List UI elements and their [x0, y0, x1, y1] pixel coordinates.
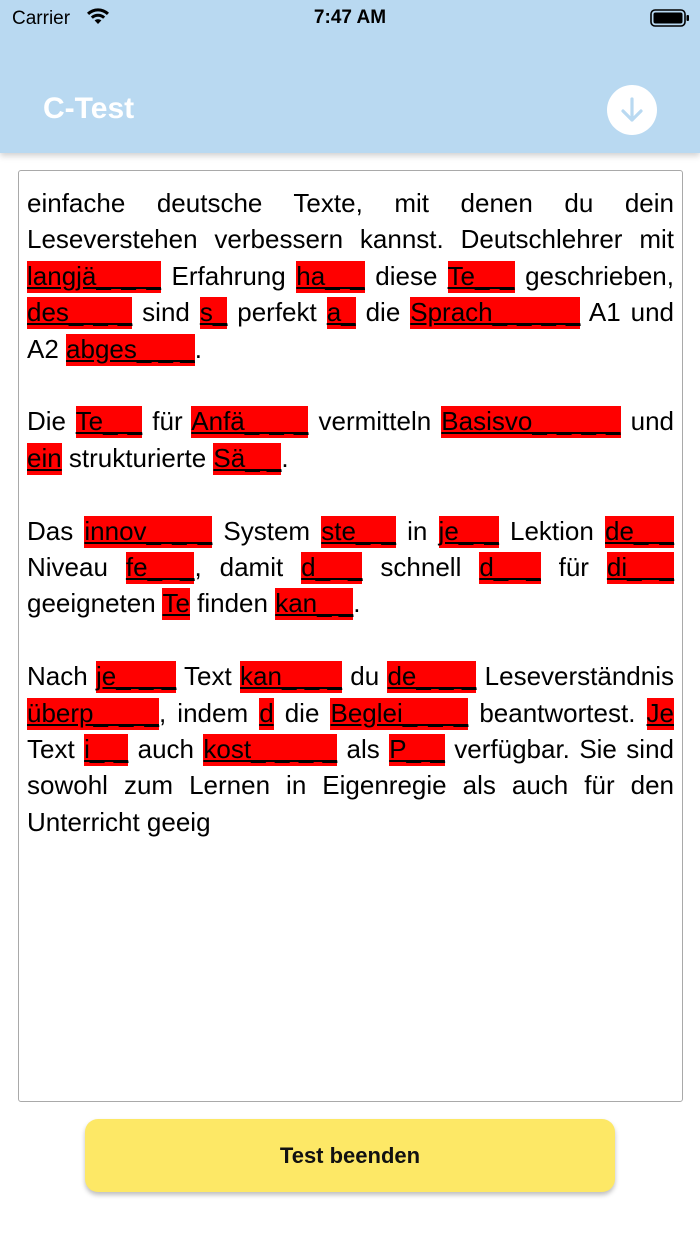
ctest-paragraphs: einfache deutsche Texte, mit denen du de… [27, 185, 675, 840]
text-run: Leseverständnis [476, 661, 674, 692]
text-run: einfache deutsche Texte, mit denen du de… [27, 188, 674, 255]
text-run: System [212, 515, 322, 546]
text-run: als [337, 734, 390, 765]
text-run: , damit [194, 552, 302, 583]
gap-input[interactable]: ha_ _ [296, 260, 365, 293]
status-time: 7:47 AM [313, 7, 387, 28]
gap-input[interactable]: a_ [326, 297, 356, 330]
gap-input[interactable]: d_ _ [301, 552, 363, 585]
gap-input[interactable]: d_ _ [479, 552, 541, 585]
gap-input[interactable]: Te_ _ [447, 260, 515, 293]
text-run: für [540, 552, 607, 583]
text-run: Erfahrung [160, 260, 297, 291]
text-run: Text [176, 661, 241, 692]
gap-input[interactable]: kan_ _ _ [240, 661, 342, 694]
text-run: du [341, 661, 388, 692]
text-run: auch [128, 734, 204, 765]
text-run: in [396, 515, 439, 546]
gap-input[interactable]: di_ _ [606, 552, 675, 585]
gap-input[interactable]: i_ _ [84, 734, 129, 767]
status-bar: Carrier 7:47 AM [0, 0, 700, 36]
gap-input[interactable]: Beglei_ _ _ [330, 697, 469, 730]
gap-input[interactable]: de_ _ _ [387, 661, 477, 694]
text-run: Nach [27, 661, 96, 692]
gap-input[interactable]: kan_ _ [275, 588, 354, 621]
text-run: finden [189, 588, 276, 619]
text-run: diese [364, 260, 448, 291]
text-run: , indem [159, 697, 260, 728]
text-run: . [281, 442, 289, 473]
gap-input[interactable]: je_ _ [438, 515, 499, 548]
gap-input[interactable]: je_ _ _ [96, 661, 177, 694]
gap-input[interactable]: Te_ _ [75, 406, 143, 439]
text-run: die [355, 297, 411, 328]
gap-input[interactable]: kost_ _ _ _ [203, 734, 338, 767]
text-run: . [194, 333, 202, 364]
gap-input[interactable]: Basisvo_ _ _ _ [441, 406, 621, 439]
text-run: für [142, 406, 192, 437]
ctest-text-area[interactable]: einfache deutsche Texte, mit denen du de… [18, 170, 683, 1102]
arrow-down-icon [621, 97, 643, 122]
battery-icon [650, 9, 689, 27]
paragraph: Das innov_ _ _ System ste_ _ in je_ _ Le… [27, 513, 675, 622]
gap-input[interactable]: des_ _ _ [27, 297, 133, 330]
navigation-bar: Carrier 7:47 AM C-Test [0, 0, 700, 153]
text-run: perfekt [227, 297, 327, 328]
text-run: beantwortest. [468, 697, 647, 728]
gap-input[interactable]: Sä_ _ [213, 442, 282, 475]
gap-input[interactable]: P_ _ [389, 734, 445, 767]
gap-input[interactable]: ste_ _ [321, 515, 396, 548]
page-title: C-Test [43, 92, 135, 125]
gap-input[interactable]: d [259, 697, 274, 730]
text-run: . [353, 588, 361, 619]
gap-input[interactable]: Anfä_ _ _ [191, 406, 309, 439]
text-run: Lektion [498, 515, 606, 546]
text-run: geschrieben, [514, 260, 674, 291]
gap-input[interactable]: abges_ _ _ [66, 333, 195, 366]
gap-input[interactable]: Sprach_ _ _ _ [410, 297, 581, 330]
paragraph: Nach je_ _ _ Text kan_ _ _ du de_ _ _ Le… [27, 658, 674, 840]
gap-input[interactable]: innov_ _ _ [84, 515, 213, 548]
paragraph: Die Te_ _ für Anfä_ _ _ vermitteln Basis… [27, 403, 674, 476]
gap-input[interactable]: de_ _ [605, 515, 675, 548]
text-run: vermitteln [308, 406, 442, 437]
paragraph: einfache deutsche Texte, mit denen du de… [27, 185, 674, 367]
gap-input[interactable]: überp_ _ _ [27, 697, 160, 730]
gap-input[interactable]: Te [162, 588, 190, 621]
text-run: Das [27, 515, 85, 546]
gap-input[interactable]: s_ [199, 297, 228, 330]
text-run: strukturierte [61, 442, 214, 473]
gap-input[interactable]: Je [646, 697, 674, 730]
gap-input[interactable]: fe_ _ [125, 552, 195, 585]
gap-input[interactable]: langjä_ _ _ [27, 260, 161, 293]
text-run: Text [27, 734, 85, 765]
text-run: die [273, 697, 331, 728]
text-run: geeigneten [27, 588, 163, 619]
text-run: und [620, 406, 674, 437]
text-run: sind [132, 297, 200, 328]
download-button[interactable] [607, 85, 657, 135]
text-run: Niveau [27, 552, 126, 583]
gap-input[interactable]: ein [27, 442, 62, 475]
end-test-button[interactable]: Test beenden [85, 1119, 615, 1192]
text-run: schnell [362, 552, 480, 583]
text-run: Die [27, 406, 76, 437]
